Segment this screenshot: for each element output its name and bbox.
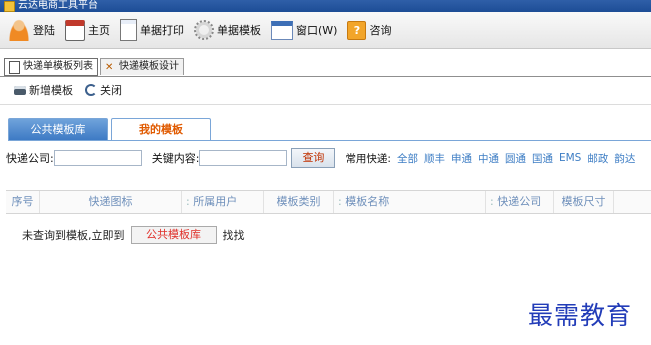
window-title-bar: 云达电商工具平台	[0, 0, 651, 12]
close-button[interactable]: 关闭	[85, 82, 122, 98]
tab-divider	[0, 76, 651, 77]
template-button[interactable]: 单据模板	[194, 16, 261, 44]
column-header[interactable]: 序号	[6, 191, 40, 213]
divider	[0, 104, 651, 105]
template-label: 单据模板	[217, 24, 261, 37]
login-label: 登陆	[33, 24, 55, 37]
column-header[interactable]: : 模板名称	[334, 191, 486, 213]
print-label: 单据打印	[140, 24, 184, 37]
calendar-icon	[65, 19, 85, 41]
express-zto[interactable]: 中通	[478, 151, 499, 166]
help-button[interactable]: ? 咨询	[347, 16, 391, 44]
add-template-label: 新增模板	[29, 84, 73, 97]
document-icon	[120, 19, 137, 41]
tab-template-list[interactable]: 快递单模板列表	[4, 58, 98, 76]
window-menu-button[interactable]: 窗口(W)	[271, 16, 337, 44]
app-icon	[4, 0, 15, 12]
tab-underline	[8, 140, 651, 141]
keyword-input[interactable]	[199, 150, 288, 166]
window-menu-label: 窗口(W)	[296, 24, 338, 37]
express-yto[interactable]: 圆通	[505, 151, 526, 166]
query-button[interactable]: 查询	[291, 148, 336, 168]
keyword-label: 关键内容:	[151, 152, 200, 165]
close-label: 关闭	[100, 84, 122, 97]
help-icon: ?	[347, 20, 367, 40]
table-header: 序号 快递图标 : 所属用户 模板类别 : 模板名称 : 快递公司 模板尺寸	[6, 190, 651, 214]
tab-public-library[interactable]: 公共模板库	[8, 118, 108, 141]
template-tabs: 公共模板库 我的模板	[8, 118, 211, 141]
common-express-label: 常用快递:	[345, 152, 391, 165]
home-label: 主页	[88, 24, 110, 37]
column-header[interactable]: : 所属用户	[182, 191, 264, 213]
company-input[interactable]	[53, 150, 142, 166]
action-bar: 新增模板 关闭	[14, 80, 122, 100]
window-icon	[271, 20, 293, 40]
company-label: 快递公司:	[6, 152, 54, 165]
express-ems[interactable]: EMS	[559, 152, 581, 164]
column-header[interactable]: : 快递公司	[486, 191, 554, 213]
tools-icon: ✕	[105, 61, 114, 73]
empty-suffix: 找找	[222, 229, 245, 242]
print-button[interactable]: 单据打印	[120, 16, 184, 44]
close-icon	[85, 84, 97, 96]
express-guotong[interactable]: 国通	[532, 151, 553, 166]
tab-template-list-label: 快递单模板列表	[23, 61, 93, 72]
watermark: 最需教育	[528, 301, 633, 330]
express-sto[interactable]: 申通	[451, 151, 472, 166]
express-sf[interactable]: 顺丰	[424, 151, 445, 166]
empty-message: 未查询到模板,立即到 公共模板库 找找	[22, 226, 245, 244]
printer-icon	[14, 85, 26, 95]
tab-template-design[interactable]: ✕ 快递模板设计	[100, 58, 184, 75]
express-all[interactable]: 全部	[397, 151, 418, 166]
express-yunda[interactable]: 韵达	[614, 151, 635, 166]
column-header[interactable]: 快递图标	[40, 191, 182, 213]
main-toolbar: 登陆 主页 单据打印 单据模板 窗口(W) ? 咨询	[0, 12, 651, 49]
add-template-button[interactable]: 新增模板	[14, 82, 73, 98]
login-button[interactable]: 登陆	[8, 16, 55, 44]
empty-prefix: 未查询到模板,立即到	[22, 229, 125, 242]
express-post[interactable]: 邮政	[587, 151, 608, 166]
page-icon	[9, 60, 20, 74]
tab-my-templates[interactable]: 我的模板	[111, 118, 211, 141]
home-button[interactable]: 主页	[65, 16, 110, 44]
search-row: 快递公司: 关键内容: 查询 常用快递: 全部 顺丰 申通 中通 圆通 国通 E…	[6, 148, 635, 168]
help-label: 咨询	[369, 24, 392, 37]
column-header[interactable]: 模板类别	[264, 191, 334, 213]
user-icon	[8, 19, 30, 41]
gear-icon	[194, 20, 214, 40]
column-header-filler	[614, 191, 651, 213]
tab-template-design-label: 快递模板设计	[119, 61, 179, 72]
document-tabs: 快递单模板列表 ✕ 快递模板设计	[4, 58, 184, 76]
window-title: 云达电商工具平台	[18, 0, 98, 11]
goto-public-library-button[interactable]: 公共模板库	[130, 226, 217, 244]
column-header[interactable]: 模板尺寸	[554, 191, 614, 213]
